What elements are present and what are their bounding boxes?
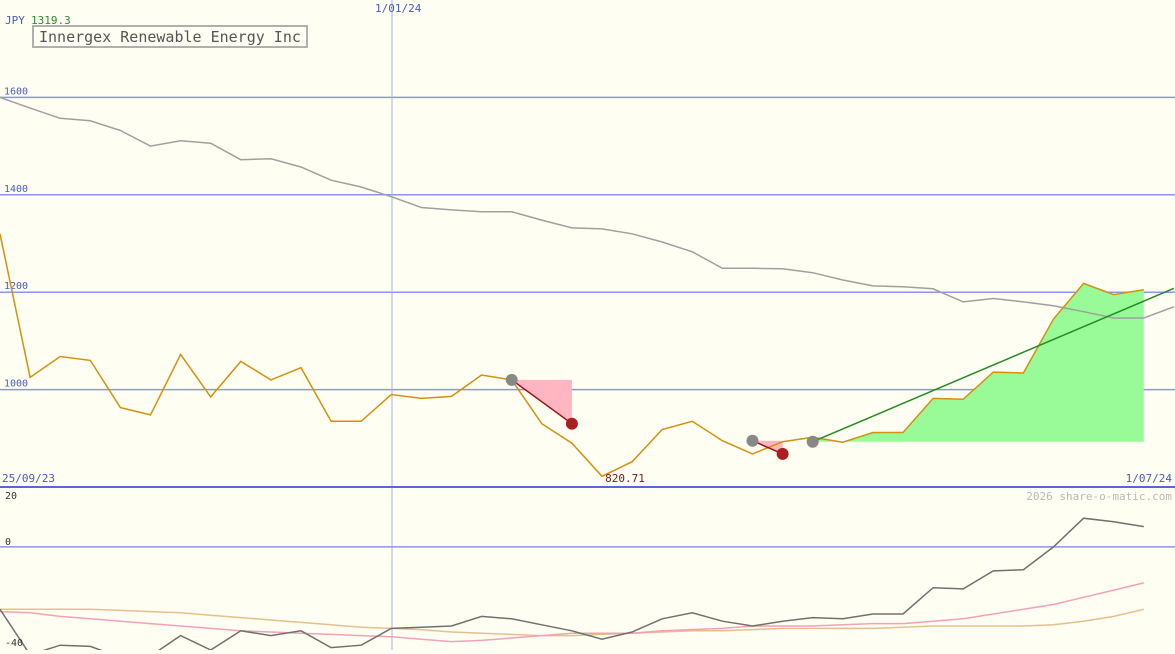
- osc-tick-label: 0: [5, 537, 11, 548]
- currency-label: JPY: [5, 14, 25, 27]
- momentum-line: [0, 517, 1144, 654]
- osc-tick-label: -40: [5, 638, 23, 649]
- x-label-start: 25/09/23: [2, 472, 55, 485]
- y-tick-label: 1600: [4, 86, 28, 97]
- watermark: 2026 share-o-matic.com: [1026, 490, 1172, 503]
- low-marker: [565, 417, 578, 430]
- low-marker: [776, 447, 789, 460]
- x-label-end: 1/07/24: [1126, 472, 1173, 485]
- pivot-marker: [505, 373, 518, 386]
- average-line: [0, 96, 1175, 319]
- gain-area: [812, 283, 1144, 443]
- y-tick-label: 1000: [4, 379, 28, 390]
- slow-line: [0, 608, 1144, 637]
- chart-area: 1000 1200 1400 1600 JPY 1319.3 1/01/24 25/09/23…: [0, 0, 1175, 654]
- low-value-label: 820.71: [605, 472, 645, 485]
- pivot-marker: [746, 434, 759, 447]
- y-tick-label: 1200: [4, 281, 28, 292]
- chart-title: Innergex Renewable Energy Inc: [32, 25, 308, 48]
- y-tick-label: 1400: [4, 184, 28, 195]
- price-chart: 1000120014001600JPY 1319.31/01/2425/09/23…: [0, 0, 1175, 654]
- x-label-mid: 1/01/24: [375, 2, 422, 15]
- pivot-marker: [806, 435, 819, 448]
- osc-tick-label: 20: [5, 491, 17, 502]
